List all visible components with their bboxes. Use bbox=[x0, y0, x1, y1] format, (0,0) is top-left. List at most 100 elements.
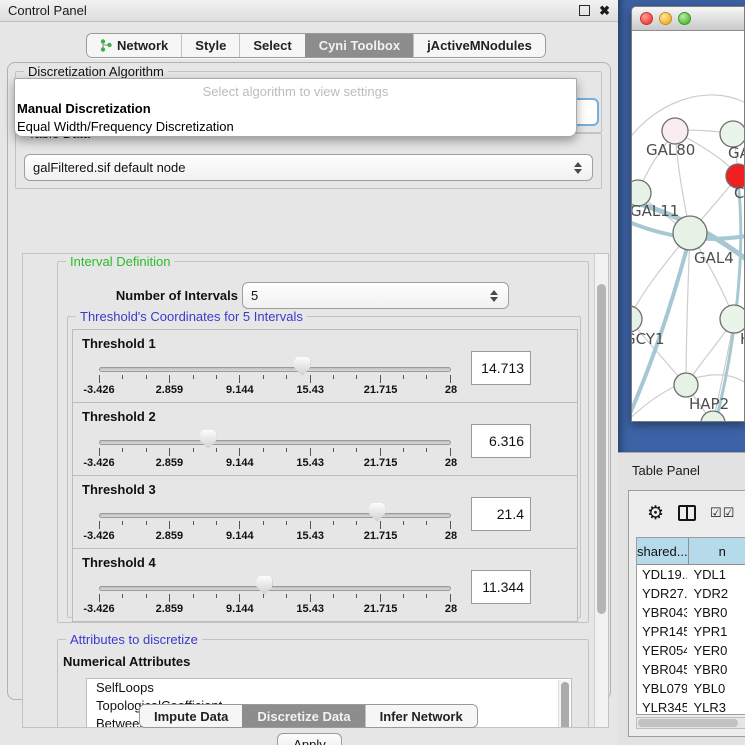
tab-jactivemnodules[interactable]: jActiveMNodules bbox=[413, 34, 545, 57]
network-node[interactable] bbox=[673, 216, 707, 250]
network-canvas[interactable]: GAL80GACGAL11GAL4GCY1HHAP2 bbox=[632, 31, 745, 422]
slider-thumb[interactable] bbox=[200, 430, 216, 449]
cell-name[interactable]: YDL1 bbox=[687, 565, 745, 584]
network-node[interactable] bbox=[632, 306, 642, 332]
tab-label: Impute Data bbox=[154, 709, 228, 724]
threshold-panel-4: Threshold 4-3.4262.8599.14415.4321.71528… bbox=[72, 548, 578, 622]
threshold-label: Threshold 3 bbox=[82, 482, 156, 497]
cell-shared-name[interactable]: YLR345W bbox=[637, 698, 687, 715]
horizontal-scrollbar[interactable] bbox=[636, 717, 745, 729]
slider-thumb[interactable] bbox=[294, 357, 310, 376]
control-panel: Control Panel ✖ NetworkStyleSelectCyni T… bbox=[0, 0, 618, 745]
threshold-value-field[interactable]: 11.344 bbox=[471, 570, 531, 604]
table-row[interactable]: YPR145WYPR1 bbox=[637, 622, 745, 641]
slider-track[interactable] bbox=[99, 440, 451, 445]
tab-label: Discretize Data bbox=[257, 709, 350, 724]
tab-infer-network[interactable]: Infer Network bbox=[365, 705, 477, 727]
slider-ticks bbox=[99, 594, 451, 602]
tab-impute-data[interactable]: Impute Data bbox=[140, 705, 242, 727]
tab-discretize-data[interactable]: Discretize Data bbox=[242, 705, 364, 727]
table-row[interactable]: YBR045CYBR0 bbox=[637, 660, 745, 679]
settings-scroll-area: Interval Definition Number of Intervals … bbox=[22, 253, 609, 728]
cell-name[interactable]: YPR1 bbox=[687, 622, 745, 641]
tab-select[interactable]: Select bbox=[239, 34, 304, 57]
cell-name[interactable]: YBL0 bbox=[687, 679, 745, 698]
algorithm-option-equal-width[interactable]: Equal Width/Frequency Discretization bbox=[15, 118, 576, 136]
tab-network[interactable]: Network bbox=[87, 34, 181, 57]
cell-name[interactable]: YBR0 bbox=[687, 660, 745, 679]
threshold-panel-1: Threshold 1-3.4262.8599.14415.4321.71528… bbox=[72, 329, 578, 403]
cell-shared-name[interactable]: YBR043C bbox=[637, 603, 687, 622]
table-row[interactable]: YBL079WYBL0 bbox=[637, 679, 745, 698]
right-side: GAL80GACGAL11GAL4GCY1HHAP2 Table Panel ⚙… bbox=[618, 0, 745, 745]
slider-thumb[interactable] bbox=[369, 503, 385, 522]
number-of-intervals-combobox[interactable]: 5 bbox=[242, 282, 509, 309]
column-header-shared[interactable]: shared... bbox=[637, 538, 689, 564]
cell-shared-name[interactable]: YBL079W bbox=[637, 679, 687, 698]
network-node-label: C bbox=[734, 184, 744, 202]
tab-label: Select bbox=[253, 38, 291, 53]
network-node[interactable] bbox=[720, 305, 745, 333]
cell-name[interactable]: YLR3 bbox=[687, 698, 745, 715]
column-header-name[interactable]: n bbox=[689, 538, 745, 564]
slider-track[interactable] bbox=[99, 513, 451, 518]
number-of-intervals-label: Number of Intervals bbox=[93, 288, 238, 303]
cell-shared-name[interactable]: YDL19... bbox=[637, 565, 687, 584]
tab-label: Style bbox=[195, 38, 226, 53]
attributes-group-label: Attributes to discretize bbox=[66, 632, 202, 647]
network-node[interactable] bbox=[674, 373, 698, 397]
cell-name[interactable]: YDR2 bbox=[687, 584, 745, 603]
slider-track[interactable] bbox=[99, 367, 451, 372]
attribute-list-item[interactable]: SelfLoops bbox=[87, 679, 571, 697]
slider-tick-labels: -3.4262.8599.14415.4321.71528 bbox=[99, 384, 451, 397]
mac-zoom-icon[interactable] bbox=[678, 12, 691, 25]
apply-button[interactable]: Apply bbox=[277, 733, 342, 745]
network-node-label: GAL11 bbox=[632, 202, 679, 220]
threshold-value-field[interactable]: 6.316 bbox=[471, 424, 531, 458]
table-row[interactable]: YDR27...YDR2 bbox=[637, 584, 745, 603]
cell-shared-name[interactable]: YBR045C bbox=[637, 660, 687, 679]
cell-shared-name[interactable]: YPR145W bbox=[637, 622, 687, 641]
table-row[interactable]: YBR043CYBR0 bbox=[637, 603, 745, 622]
close-icon[interactable]: ✖ bbox=[599, 5, 610, 16]
tab-cyni-toolbox[interactable]: Cyni Toolbox bbox=[305, 34, 413, 57]
network-view-window[interactable]: GAL80GACGAL11GAL4GCY1HHAP2 bbox=[631, 6, 745, 422]
cell-name[interactable]: YBR0 bbox=[687, 603, 745, 622]
gear-icon[interactable]: ⚙ bbox=[647, 504, 664, 523]
tab-label: jActiveMNodules bbox=[427, 38, 532, 53]
bottom-tabbar: Impute Data Discretize Data Infer Network bbox=[139, 704, 478, 728]
slider-track[interactable] bbox=[99, 586, 451, 591]
table-data-combobox[interactable]: galFiltered.sif default node bbox=[24, 154, 593, 181]
threshold-value-field[interactable]: 21.4 bbox=[471, 497, 531, 531]
mac-close-icon[interactable] bbox=[640, 12, 653, 25]
threshold-panels: Threshold 1-3.4262.8599.14415.4321.71528… bbox=[72, 330, 578, 622]
columns-icon[interactable] bbox=[678, 505, 696, 521]
network-node-label: GCY1 bbox=[632, 330, 665, 348]
algorithm-option-manual[interactable]: Manual Discretization bbox=[15, 100, 576, 118]
vertical-scrollbar[interactable] bbox=[594, 254, 608, 728]
stepper-arrows-icon bbox=[490, 290, 500, 302]
slider-ticks bbox=[99, 448, 451, 456]
list-scrollbar[interactable] bbox=[558, 680, 570, 728]
mac-minimize-icon[interactable] bbox=[659, 12, 672, 25]
table-panel-toolbar: ⚙ ☑☑ bbox=[629, 491, 745, 535]
node-table[interactable]: shared... n YDL19...YDL1YDR27...YDR2YBR0… bbox=[636, 537, 745, 715]
table-row[interactable]: YDL19...YDL1 bbox=[637, 565, 745, 584]
table-data-value: galFiltered.sif default node bbox=[33, 160, 185, 175]
network-node-label: GA bbox=[728, 144, 745, 162]
slider-thumb[interactable] bbox=[256, 576, 272, 595]
table-data-group: Table Data galFiltered.sif default node bbox=[15, 133, 602, 189]
cell-shared-name[interactable]: YDR27... bbox=[637, 584, 687, 603]
slider-tick-labels: -3.4262.8599.14415.4321.71528 bbox=[99, 603, 451, 616]
float-window-icon[interactable] bbox=[579, 5, 590, 16]
table-row[interactable]: YLR345WYLR3 bbox=[637, 698, 745, 715]
tab-style[interactable]: Style bbox=[181, 34, 239, 57]
checkbox-icons[interactable]: ☑☑ bbox=[710, 505, 735, 521]
cyni-toolbox-panel: Discretization Algorithm Table Data galF… bbox=[7, 62, 611, 700]
threshold-value-field[interactable]: 14.713 bbox=[471, 351, 531, 385]
table-row[interactable]: YER054CYER0 bbox=[637, 641, 745, 660]
cell-name[interactable]: YER0 bbox=[687, 641, 745, 660]
network-node-label: GAL80 bbox=[646, 141, 695, 159]
cell-shared-name[interactable]: YER054C bbox=[637, 641, 687, 660]
slider-ticks bbox=[99, 375, 451, 383]
